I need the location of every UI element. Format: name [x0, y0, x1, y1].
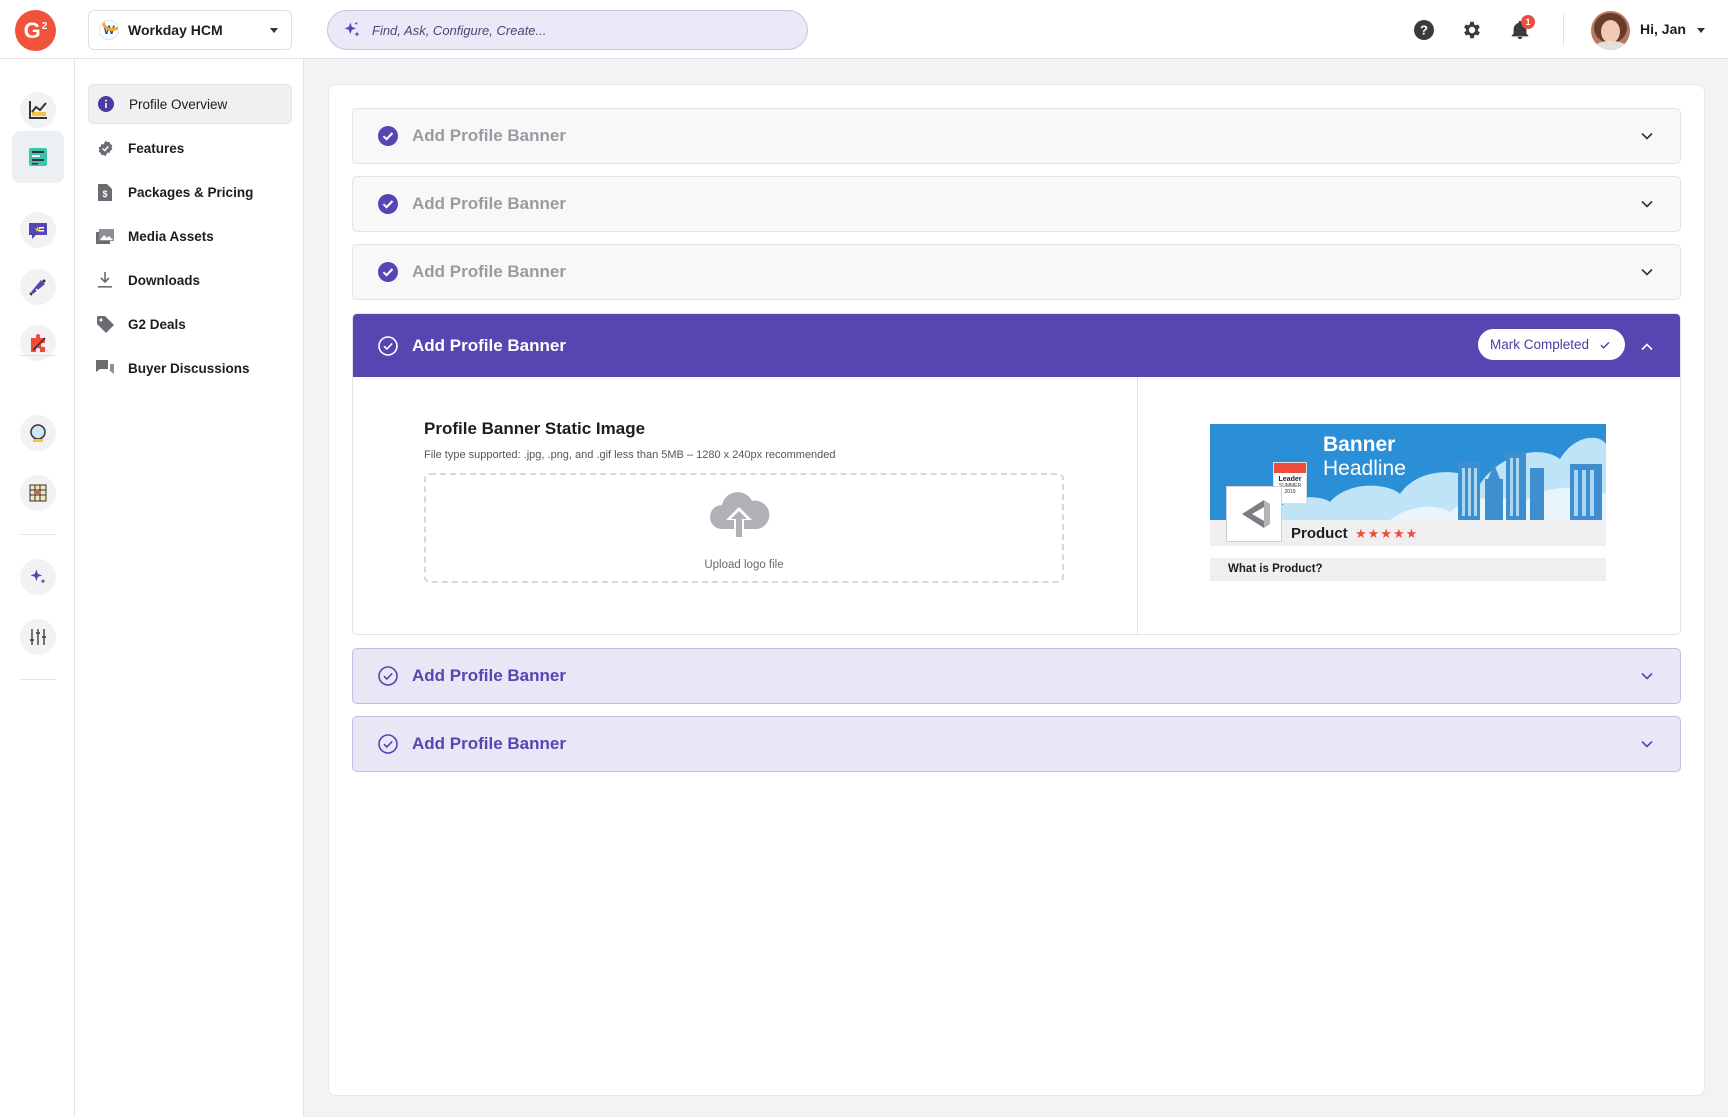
section-add-profile-banner-5[interactable]: Add Profile Banner — [352, 648, 1681, 704]
images-icon — [96, 227, 114, 245]
chevron-down-icon[interactable] — [1640, 265, 1654, 279]
sidebar-item-label: G2 Deals — [128, 316, 186, 332]
check-circle-icon — [378, 126, 398, 146]
sidebar-item-g2-deals[interactable]: G2 Deals — [88, 304, 292, 344]
header-divider — [1563, 14, 1564, 46]
file-dropzone[interactable]: Upload logo file — [424, 473, 1064, 583]
section-add-profile-banner-6[interactable]: Add Profile Banner — [352, 716, 1681, 772]
section-add-profile-banner-4-expanded: Add Profile Banner Mark Completed Profil… — [352, 313, 1681, 635]
cloud-upload-icon — [710, 492, 770, 539]
analytics-icon[interactable] — [20, 92, 56, 128]
sidebar-item-label: Features — [128, 140, 185, 156]
rail-divider — [20, 534, 56, 535]
chevron-down-icon[interactable] — [1640, 669, 1654, 683]
section-add-profile-banner-1[interactable]: Add Profile Banner — [352, 108, 1681, 164]
banner-headline: Banner Headline — [1323, 433, 1406, 480]
sidebar-item-media-assets[interactable]: Media Assets — [88, 216, 292, 256]
download-icon — [96, 271, 114, 289]
chevron-down-icon[interactable] — [1640, 737, 1654, 751]
svg-text:★: ★ — [34, 225, 41, 234]
check-circle-outline-icon — [378, 734, 398, 754]
user-greeting[interactable]: Hi, Jan — [1640, 21, 1686, 37]
banner-preview: Banner Headline Leader SUMMER 2019 Produ… — [1210, 424, 1606, 581]
sidebar-item-downloads[interactable]: Downloads — [88, 260, 292, 300]
chevron-down-icon[interactable] — [1640, 129, 1654, 143]
chat-icon — [96, 359, 114, 377]
help-icon[interactable]: ? — [1413, 19, 1435, 41]
workday-logo-icon: W — [99, 20, 119, 40]
sidebar-item-packages-pricing[interactable]: $ Packages & Pricing — [88, 172, 292, 212]
reviews-icon[interactable]: ★ — [20, 212, 56, 248]
rating-stars: ★★★★★ — [1355, 526, 1419, 541]
sidebar-item-label: Profile Overview — [129, 96, 228, 112]
pricing-doc-icon: $ — [96, 183, 114, 201]
section-title: Add Profile Banner — [412, 734, 566, 753]
badge-check-icon — [96, 139, 114, 157]
sidebar-item-profile-overview[interactable]: Profile Overview — [88, 84, 292, 124]
chevron-up-icon[interactable] — [1640, 340, 1654, 354]
product-name: Workday HCM — [128, 22, 223, 38]
g2-logo[interactable]: G2 — [15, 10, 56, 51]
insights-icon[interactable] — [20, 415, 56, 451]
avatar[interactable] — [1591, 11, 1630, 50]
check-circle-icon — [378, 262, 398, 282]
field-hint: File type supported: .jpg, .png, and .gi… — [424, 449, 836, 461]
what-is-bar: What is Product? — [1210, 558, 1606, 581]
tag-icon — [96, 315, 114, 333]
user-menu-caret-icon[interactable] — [1697, 28, 1705, 33]
settings-sliders-icon[interactable] — [20, 619, 56, 655]
chevron-down-icon[interactable] — [1640, 197, 1654, 211]
rail-divider — [20, 355, 56, 356]
bell-icon[interactable]: 1 — [1509, 15, 1535, 41]
marketing-icon[interactable] — [20, 269, 56, 305]
section-title: Add Profile Banner — [412, 262, 566, 281]
section-title: Add Profile Banner — [412, 194, 566, 213]
profile-icon[interactable] — [12, 131, 64, 183]
section-header[interactable]: Add Profile Banner Mark Completed — [353, 314, 1680, 377]
sidebar-item-label: Downloads — [128, 272, 201, 288]
check-icon — [1600, 341, 1610, 349]
sparkle-icon — [344, 21, 360, 37]
rail-divider — [20, 679, 56, 680]
sidebar-item-features[interactable]: Features — [88, 128, 292, 168]
icon-rail: ★ — [0, 59, 75, 1117]
sidebar-item-label: Packages & Pricing — [128, 184, 254, 200]
upload-label: Upload logo file — [704, 559, 784, 571]
sidebar-item-label: Media Assets — [128, 228, 214, 244]
sidebar-item-buyer-discussions[interactable]: Buyer Discussions — [88, 348, 292, 388]
top-bar: G2 W Workday HCM ? 1 Hi, Jan — [0, 0, 1728, 59]
svg-text:$: $ — [102, 189, 107, 199]
search-bar[interactable] — [327, 10, 808, 50]
sidebar-item-label: Buyer Discussions — [128, 360, 250, 376]
search-input[interactable] — [372, 22, 792, 38]
section-title: Add Profile Banner — [412, 126, 566, 145]
section-add-profile-banner-3[interactable]: Add Profile Banner — [352, 244, 1681, 300]
info-icon — [97, 95, 115, 113]
check-circle-icon — [378, 194, 398, 214]
check-circle-outline-icon — [378, 666, 398, 686]
ai-sparkle-icon[interactable] — [20, 559, 56, 595]
svg-text:?: ? — [1420, 23, 1428, 38]
product-name-preview: Product — [1291, 525, 1348, 542]
reports-icon[interactable] — [20, 475, 56, 511]
section-add-profile-banner-2[interactable]: Add Profile Banner — [352, 176, 1681, 232]
main-panel: Add Profile Banner Add Profile Banner Ad… — [328, 84, 1705, 1096]
section-title: Add Profile Banner — [412, 666, 566, 685]
section-title: Add Profile Banner — [412, 335, 566, 355]
mark-completed-button[interactable]: Mark Completed — [1477, 329, 1625, 360]
gear-icon[interactable] — [1461, 19, 1483, 41]
notification-badge: 1 — [1521, 15, 1535, 29]
upload-area: Profile Banner Static Image File type su… — [353, 377, 1138, 634]
product-selector[interactable]: W Workday HCM — [88, 10, 292, 50]
check-circle-outline-icon — [378, 335, 398, 356]
field-title: Profile Banner Static Image — [424, 419, 646, 438]
product-logo-placeholder — [1226, 486, 1282, 542]
caret-down-icon — [270, 28, 278, 33]
sidebar: Profile Overview Features $ Packages & P… — [75, 59, 304, 1117]
